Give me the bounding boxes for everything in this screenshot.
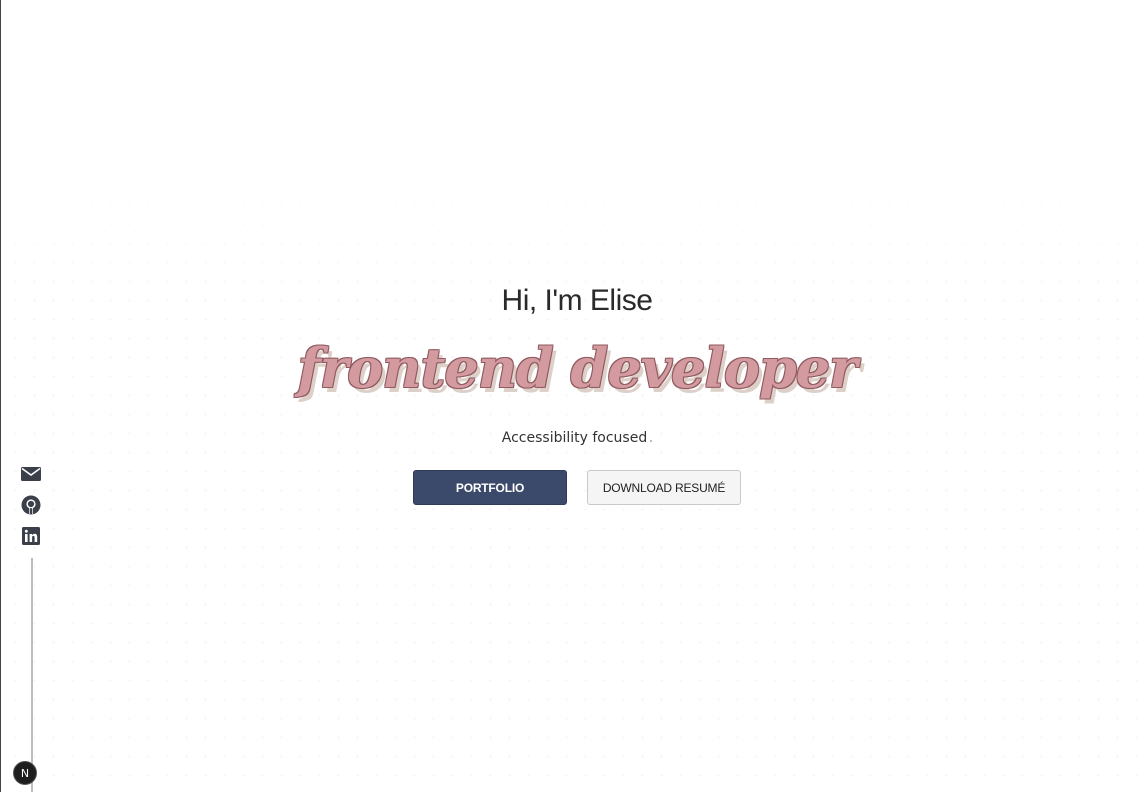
social-divider-line	[31, 558, 33, 792]
tagline-text: Accessibility focused	[501, 430, 648, 446]
portfolio-button[interactable]: PORTFOLIO	[413, 470, 567, 505]
n-badge[interactable]: N	[13, 761, 37, 785]
hero-section: Hi, I'm Elise frontend developer Accessi…	[0, 0, 1148, 792]
hero-role: frontend developer	[297, 336, 857, 400]
github-icon[interactable]	[20, 494, 42, 516]
hero-tagline: Accessibility focused	[0, 430, 1148, 446]
typing-cursor	[650, 440, 653, 442]
mail-icon[interactable]	[20, 463, 42, 485]
download-resume-button[interactable]: DOWNLOAD RESUMÉ	[587, 470, 741, 505]
social-links	[20, 463, 44, 556]
linkedin-icon[interactable]	[20, 525, 42, 547]
hero-greeting: Hi, I'm Elise	[501, 284, 653, 317]
page: Hi, I'm Elise frontend developer Accessi…	[0, 0, 1148, 792]
